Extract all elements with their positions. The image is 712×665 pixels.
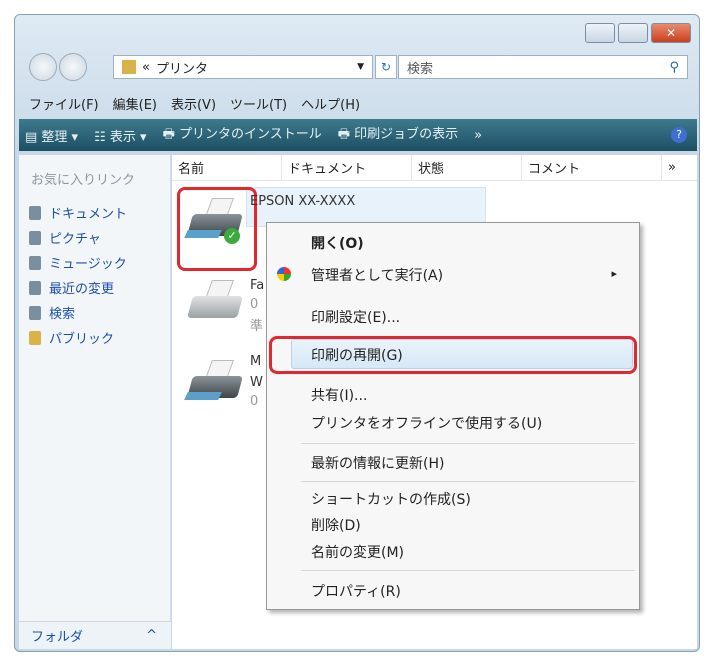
- menu-item-properties[interactable]: プロパティ(R): [311, 581, 401, 601]
- favorite-links-header: お気に入りリンク: [31, 173, 136, 188]
- fax-icon[interactable]: [186, 276, 246, 326]
- menu-item-sharing[interactable]: 共有(I)...: [311, 385, 367, 405]
- navigation-pane: お気に入りリンク ドキュメント ピクチャ ミュージック 最近の変更 検索 パブリ…: [19, 155, 171, 649]
- refresh-icon[interactable]: ↻: [375, 55, 397, 79]
- recent-icon: [29, 280, 41, 295]
- folders-label: フォルダ: [31, 630, 84, 645]
- menu-view[interactable]: 表示(V): [171, 94, 216, 113]
- printer-status: 0: [250, 394, 259, 409]
- sidebar-item-pictures[interactable]: ピクチャ: [19, 225, 170, 250]
- music-icon: [29, 255, 41, 270]
- more-commands-button[interactable]: »: [474, 128, 482, 143]
- sidebar-item-label: ミュージック: [49, 257, 127, 272]
- folders-toggle[interactable]: フォルダ ^: [19, 621, 171, 649]
- close-button[interactable]: ✕: [651, 23, 691, 43]
- menu-separator: [301, 443, 635, 444]
- menu-item-create-shortcut[interactable]: ショートカットの作成(S): [311, 489, 471, 509]
- more-columns[interactable]: »: [662, 155, 697, 180]
- organize-label: 整理 ▾: [41, 129, 79, 145]
- chevron-up-icon: ^: [146, 628, 157, 643]
- menu-item-use-offline[interactable]: プリンタをオフラインで使用する(U): [311, 413, 542, 433]
- menu-item-rename[interactable]: 名前の変更(M): [311, 542, 404, 562]
- back-button[interactable]: [29, 53, 57, 81]
- menu-item-delete[interactable]: 削除(D): [311, 515, 361, 535]
- printer-name[interactable]: Fa: [250, 278, 264, 293]
- column-comment[interactable]: コメント: [522, 155, 662, 180]
- sidebar-item-recent[interactable]: 最近の変更: [19, 275, 170, 300]
- printer-highlight-box: [177, 187, 257, 271]
- printer-folder-icon: [122, 60, 136, 74]
- public-folder-icon: [29, 330, 41, 345]
- maximize-button[interactable]: [618, 23, 648, 43]
- search-folder-icon: [29, 305, 41, 320]
- pictures-icon: [29, 230, 41, 245]
- forward-button[interactable]: [59, 53, 87, 81]
- sidebar-item-documents[interactable]: ドキュメント: [19, 200, 170, 225]
- menu-item-print-settings[interactable]: 印刷設定(E)...: [311, 307, 400, 327]
- jobs-label: 印刷ジョブの表示: [354, 127, 459, 142]
- menu-separator: [301, 481, 635, 482]
- menu-item-open[interactable]: 開く(O): [311, 233, 364, 253]
- column-status[interactable]: 状態: [412, 155, 522, 180]
- help-icon[interactable]: ?: [671, 127, 687, 143]
- column-name[interactable]: 名前: [172, 155, 282, 180]
- printer-name[interactable]: EPSON XX-XXXX: [250, 194, 355, 209]
- views-label: 表示 ▾: [109, 129, 147, 145]
- submenu-arrow-icon: ▸: [611, 267, 617, 280]
- breadcrumb-printers[interactable]: プリンタ: [156, 58, 208, 77]
- address-bar[interactable]: « プリンタ ▼: [113, 55, 373, 79]
- printer-docs: W: [250, 375, 263, 390]
- menu-separator: [301, 570, 635, 571]
- sidebar-item-music[interactable]: ミュージック: [19, 250, 170, 275]
- install-printer-button[interactable]: 🖶 プリンタのインストール: [163, 123, 322, 147]
- printer-docs: 0: [250, 297, 259, 312]
- print-jobs-button[interactable]: 🖶 印刷ジョブの表示: [338, 123, 458, 147]
- menu-edit[interactable]: 編集(E): [113, 94, 157, 113]
- menu-bar: ファイル(F) 編集(E) 表示(V) ツール(T) ヘルプ(H): [23, 91, 691, 115]
- sidebar-item-label: ピクチャ: [49, 232, 101, 247]
- command-bar: ▤ 整理 ▾ ☷ 表示 ▾ 🖶 プリンタのインストール 🖶 印刷ジョブの表示 »…: [19, 119, 697, 151]
- sidebar-item-label: 検索: [49, 307, 76, 322]
- sidebar-item-label: ドキュメント: [49, 207, 128, 222]
- menu-item-run-as-admin[interactable]: 管理者として実行(A): [311, 265, 443, 285]
- sidebar-item-label: 最近の変更: [49, 282, 115, 297]
- search-input[interactable]: 検索 ⚲: [398, 55, 688, 79]
- sidebar-item-label: パブリック: [49, 332, 115, 347]
- chevron-down-icon[interactable]: ▼: [357, 62, 372, 72]
- sidebar-item-search[interactable]: 検索: [19, 300, 170, 325]
- column-headers: 名前 ドキュメント 状態 コメント »: [172, 155, 697, 181]
- context-menu: 開く(O) 管理者として実行(A) ▸ 印刷設定(E)... 印刷の再開(G) …: [266, 222, 640, 610]
- install-label: プリンタのインストール: [178, 127, 322, 142]
- printer-name[interactable]: M: [250, 354, 261, 369]
- search-placeholder: 検索: [407, 61, 434, 77]
- printer-icon[interactable]: [184, 356, 246, 406]
- views-button[interactable]: ☷ 表示 ▾: [94, 126, 146, 145]
- breadcrumb-overflow[interactable]: «: [142, 60, 150, 75]
- shield-icon: [277, 267, 291, 281]
- resume-highlight-box: [269, 336, 637, 374]
- sidebar-item-public[interactable]: パブリック: [19, 325, 170, 350]
- menu-file[interactable]: ファイル(F): [29, 94, 99, 113]
- column-documents[interactable]: ドキュメント: [282, 155, 412, 180]
- minimize-button[interactable]: [585, 23, 615, 43]
- menu-help[interactable]: ヘルプ(H): [301, 94, 360, 113]
- printer-status: 準: [250, 319, 264, 334]
- menu-tools[interactable]: ツール(T): [230, 94, 287, 113]
- organize-button[interactable]: ▤ 整理 ▾: [25, 126, 78, 145]
- documents-icon: [29, 205, 41, 220]
- menu-item-refresh[interactable]: 最新の情報に更新(H): [311, 453, 444, 473]
- search-icon[interactable]: ⚲: [669, 60, 687, 75]
